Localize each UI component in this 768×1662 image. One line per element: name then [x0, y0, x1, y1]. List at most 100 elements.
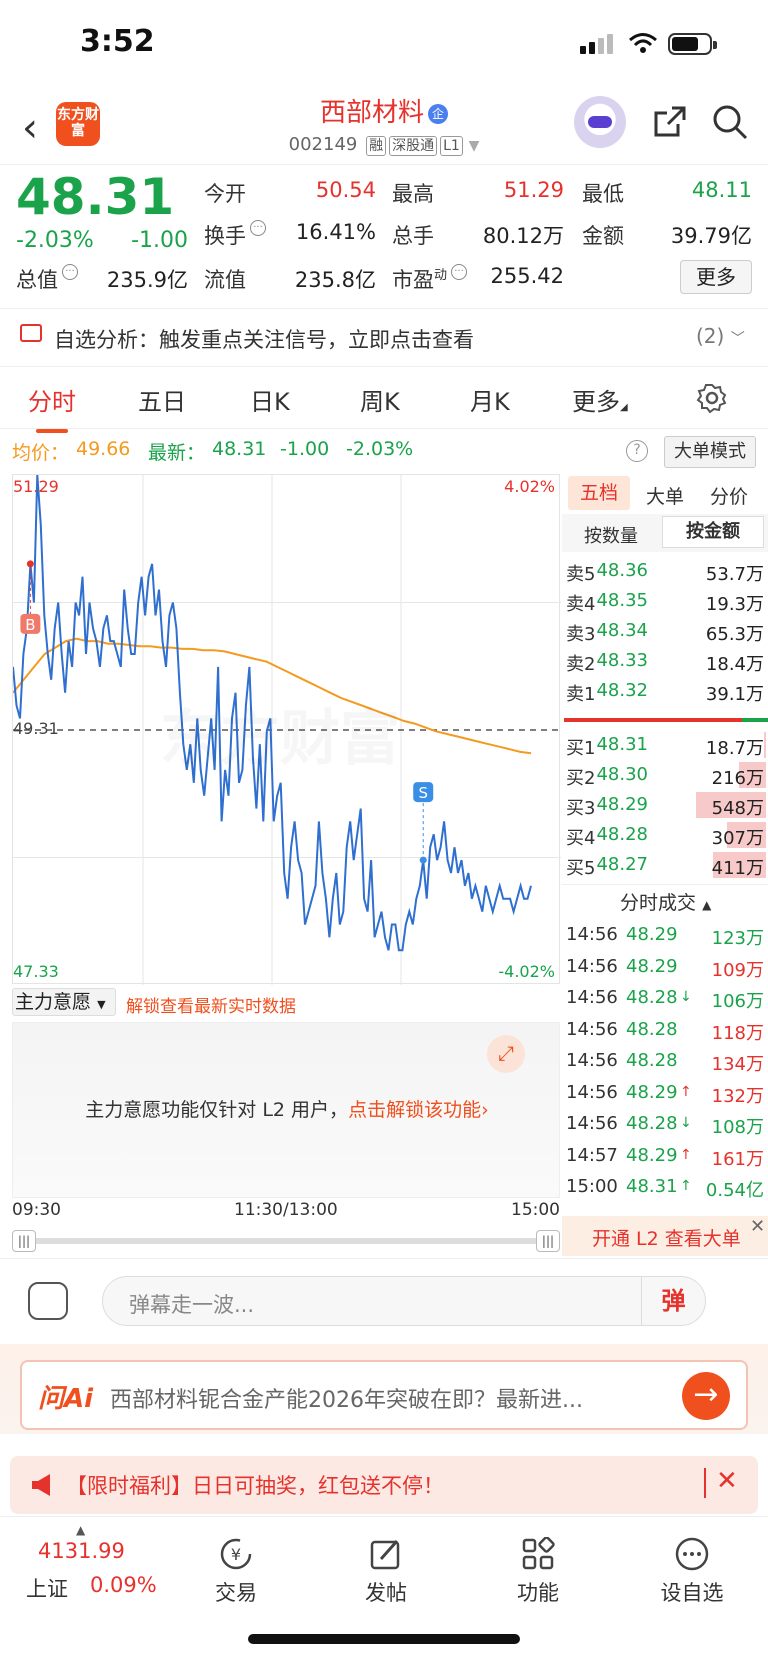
- tab-monthly-k[interactable]: 月K: [470, 382, 510, 417]
- stat-value: 235.8亿: [294, 268, 376, 292]
- big-order-mode-button[interactable]: 大单模式: [664, 436, 756, 468]
- tab-by-amount[interactable]: 按金额: [662, 516, 764, 548]
- bid-volume-bar: [764, 732, 766, 758]
- main-force-select[interactable]: 主力意愿 ▼: [12, 988, 116, 1016]
- trade-price: 48.29: [626, 1081, 678, 1103]
- close-icon[interactable]: ✕: [750, 1216, 765, 1237]
- tab-five-levels[interactable]: 五档: [568, 476, 630, 510]
- main-force-header: 主力意愿 ▼ 解锁查看最新实时数据: [12, 986, 560, 1020]
- trade-time: 14:56: [566, 1050, 618, 1071]
- tab-price-dist[interactable]: 分价: [710, 482, 748, 509]
- danmu-toggle-button[interactable]: 弹: [641, 1277, 705, 1325]
- stat-value: 80.12万: [482, 224, 564, 248]
- latest-change: -1.00: [280, 438, 330, 460]
- danmu-placeholder: 弹幕走一波...: [129, 1293, 255, 1317]
- trade-time: 14:57: [566, 1144, 618, 1166]
- y-min-label: 47.33: [13, 962, 59, 981]
- slider-left-handle[interactable]: |||: [12, 1230, 36, 1252]
- level-amount: 39.1万: [705, 684, 764, 705]
- latest-value: 48.31: [212, 438, 267, 460]
- nav-label: 交易: [215, 1581, 257, 1605]
- share-icon[interactable]: [650, 102, 690, 142]
- level-amount: 19.3万: [705, 594, 764, 615]
- help-icon[interactable]: ?: [626, 440, 648, 462]
- gear-icon[interactable]: [696, 382, 728, 414]
- trade-row: 14:56 48.29 123万: [562, 920, 768, 951]
- ai-logo: 问Ai: [38, 1384, 94, 1414]
- last-price: 48.31: [16, 168, 175, 226]
- nav-functions[interactable]: 功能: [488, 1537, 588, 1607]
- wifi-icon: [629, 33, 657, 53]
- danmu-settings-icon[interactable]: [28, 1282, 68, 1320]
- danmu-input[interactable]: 弹幕走一波... 弹: [102, 1276, 706, 1326]
- alert-text: 自选分析：触发重点关注信号，立即点击查看: [54, 328, 474, 352]
- nav-post[interactable]: 发帖: [336, 1537, 436, 1607]
- search-icon[interactable]: [710, 102, 750, 142]
- trade-vol: 123万: [711, 928, 764, 949]
- tab-5day[interactable]: 五日: [138, 382, 186, 417]
- orderbook-subtabs: 按数量 按金额: [562, 514, 768, 552]
- trade-price: 48.28: [626, 1018, 678, 1040]
- x-tick-label: 11:30/13:00: [234, 1200, 338, 1220]
- y-mid-label: 49.31: [13, 719, 59, 738]
- marker-dot: [26, 560, 34, 568]
- tab-more[interactable]: 更多◢: [572, 382, 628, 417]
- analysis-alert[interactable]: 自选分析：触发重点关注信号，立即点击查看 (2) ﹀: [0, 310, 768, 364]
- slider-right-handle[interactable]: |||: [536, 1230, 560, 1252]
- ai-question-box[interactable]: 问Ai 西部材料铌合金产能2026年突破在即？最新进... →: [20, 1360, 748, 1430]
- close-icon[interactable]: ✕: [716, 1466, 738, 1496]
- ai-robot-icon[interactable]: [574, 96, 626, 148]
- marker-label: B: [25, 616, 35, 634]
- level-price: 48.28: [596, 824, 648, 845]
- divider: [0, 428, 768, 429]
- trades-title[interactable]: 分时成交 ▲: [620, 888, 711, 915]
- level-price: 48.34: [596, 620, 648, 641]
- l2-banner-text: 开通 L2 查看大单: [592, 1228, 741, 1250]
- tab-by-volume[interactable]: 按数量: [584, 522, 638, 548]
- info-icon[interactable]: ···: [250, 220, 266, 236]
- trade-row: 14:56 48.28 134万: [562, 1046, 768, 1077]
- level-label: 买5: [566, 858, 596, 879]
- unlock-feature-link[interactable]: 点击解锁该功能: [348, 1099, 481, 1121]
- info-icon[interactable]: ···: [62, 264, 78, 280]
- level-label: 买1: [566, 738, 596, 759]
- promo-banner[interactable]: 【限时福利】日日可抽奖，红包送不停！ ✕: [10, 1456, 758, 1514]
- ask-row: 卖5 48.36 53.7万: [562, 556, 768, 587]
- trade-arrow: ↑: [680, 1083, 692, 1100]
- watermark: 东方财富: [160, 690, 400, 777]
- level-label: 卖1: [566, 684, 596, 705]
- index-name[interactable]: 上证: [26, 1573, 68, 1603]
- nav-add-watchlist[interactable]: 设自选: [642, 1537, 742, 1607]
- tab-intraday[interactable]: 分时: [28, 382, 76, 433]
- index-pct[interactable]: 0.09%: [90, 1573, 157, 1597]
- latest-pct: -2.03%: [346, 438, 414, 460]
- bid-row: 买4 48.28 307万: [562, 820, 768, 851]
- arrow-right-icon[interactable]: →: [682, 1372, 730, 1420]
- bid-row: 买1 48.31 18.7万: [562, 730, 768, 761]
- change-pct: -2.03%: [16, 228, 94, 253]
- tab-daily-k[interactable]: 日K: [250, 382, 290, 417]
- trade-row: 14:57 48.29 ↑ 161万: [562, 1141, 768, 1172]
- avg-label: 均价：: [12, 442, 70, 464]
- home-indicator: [248, 1634, 520, 1644]
- y-max-label: 51.29: [13, 477, 59, 496]
- stat-label: 总值: [16, 268, 58, 292]
- tab-big-orders[interactable]: 大单: [646, 482, 684, 509]
- nav-trade[interactable]: ¥ 交易: [186, 1537, 286, 1607]
- more-stats-button[interactable]: 更多: [680, 260, 752, 294]
- index-value[interactable]: 4131.99: [38, 1539, 125, 1563]
- stat-label: 今开: [204, 182, 246, 206]
- level-price: 48.29: [596, 794, 648, 815]
- tab-weekly-k[interactable]: 周K: [360, 382, 400, 417]
- chart-alert-icon: [20, 324, 42, 342]
- time-range-slider[interactable]: ||| |||: [12, 1230, 560, 1252]
- chevron-right-icon: ›: [481, 1099, 489, 1121]
- unlock-realtime-link[interactable]: 解锁查看最新实时数据: [126, 992, 296, 1017]
- level-label: 卖3: [566, 624, 596, 645]
- stock-code: 002149: [288, 134, 358, 155]
- info-icon[interactable]: ···: [451, 264, 468, 280]
- trade-price: 48.31: [626, 1176, 678, 1197]
- expand-icon[interactable]: ⤢: [487, 1035, 525, 1073]
- chevron-down-icon: ﹀: [730, 331, 745, 347]
- open-l2-banner[interactable]: 开通 L2 查看大单 ✕: [562, 1216, 768, 1256]
